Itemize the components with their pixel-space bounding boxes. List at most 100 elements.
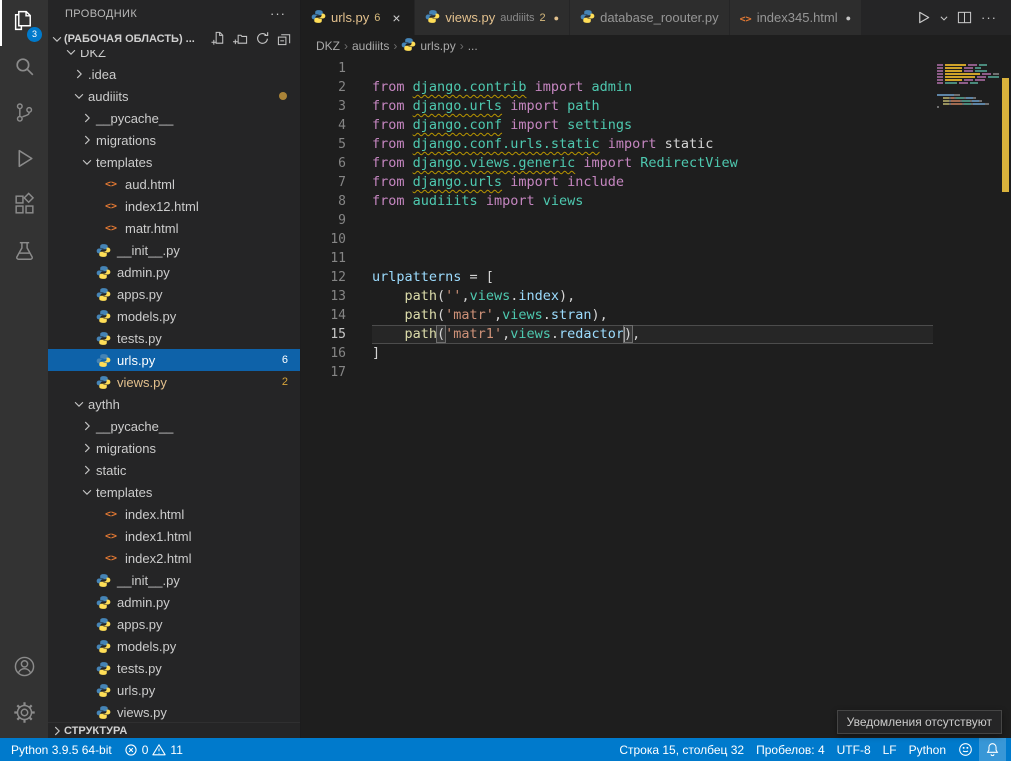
status-problems[interactable]: 011 [118, 738, 189, 761]
code-line-3[interactable]: 3from django.urls import path [301, 97, 933, 116]
collapse-all-icon[interactable] [275, 29, 294, 48]
tree-item-index2.html[interactable]: <>index2.html [48, 547, 300, 569]
breadcrumb-item-urls.py[interactable]: urls.py [401, 37, 455, 55]
code-line-16[interactable]: 16] [301, 344, 933, 363]
activity-item-search[interactable] [0, 46, 48, 92]
minimap[interactable] [937, 61, 999, 112]
tree-item-views.py[interactable]: views.py2 [48, 371, 300, 393]
tree-item-audiiits[interactable]: audiiits [48, 85, 300, 107]
tree-item-admin.py[interactable]: admin.py [48, 261, 300, 283]
activity-bar: 3 [0, 0, 48, 738]
code-line-11[interactable]: 11 [301, 249, 933, 268]
tree-item-__pycache__[interactable]: __pycache__ [48, 107, 300, 129]
tab-index345.html[interactable]: <>index345.html● [730, 0, 862, 35]
code-line-9[interactable]: 9 [301, 211, 933, 230]
explorer-sidebar: ПРОВОДНИК ··· (РАБОЧАЯ ОБЛАСТЬ) ... DKZ.… [48, 0, 301, 738]
run-icon[interactable] [913, 7, 934, 29]
problems-count-badge: 2 [282, 376, 288, 388]
code-line-5[interactable]: 5from django.conf.urls.static import sta… [301, 135, 933, 154]
code-line-17[interactable]: 17 [301, 363, 933, 382]
run-dropdown-icon[interactable] [936, 7, 952, 29]
editor-actions: ··· [903, 0, 1011, 35]
code-line-14[interactable]: 14 path('matr',views.stran), [301, 306, 933, 325]
code-line-13[interactable]: 13 path('',views.index), [301, 287, 933, 306]
tab-urls.py[interactable]: urls.py6× [301, 0, 415, 35]
status-eol[interactable]: LF [877, 738, 903, 761]
tree-item-index.html[interactable]: <>index.html [48, 503, 300, 525]
status-language-mode[interactable]: Python [903, 738, 952, 761]
tree-item-migrations[interactable]: migrations [48, 129, 300, 151]
tab-views.py[interactable]: views.pyaudiiits2● [415, 0, 570, 35]
more-actions-icon[interactable]: ··· [270, 6, 286, 21]
status-encoding[interactable]: UTF-8 [831, 738, 877, 761]
split-editor-icon[interactable] [954, 7, 975, 29]
tree-item-migrations[interactable]: migrations [48, 437, 300, 459]
code-editor[interactable]: 12from django.contrib import admin3from … [301, 57, 1011, 738]
tree-item-tests.py[interactable]: tests.py [48, 327, 300, 349]
status-cursor-position[interactable]: Строка 15, столбец 32 [613, 738, 750, 761]
tree-item-label: templates [96, 485, 152, 500]
code-line-8[interactable]: 8from audiiits import views [301, 192, 933, 211]
chevron-right-icon [80, 419, 94, 433]
dirty-indicator-icon[interactable]: ● [846, 13, 851, 23]
tree-item-aythh[interactable]: aythh [48, 393, 300, 415]
tree-item-models.py[interactable]: models.py [48, 305, 300, 327]
tree-item-__init__.py[interactable]: __init__.py [48, 569, 300, 591]
new-file-icon[interactable] [209, 29, 228, 48]
activity-item-account[interactable] [0, 646, 48, 692]
tree-item-templates[interactable]: templates [48, 151, 300, 173]
refresh-icon[interactable] [253, 29, 272, 48]
status-label: Python [909, 743, 946, 757]
python-icon [401, 37, 416, 55]
tree-item-index12.html[interactable]: <>index12.html [48, 195, 300, 217]
breadcrumb-item-DKZ[interactable]: DKZ [316, 39, 340, 53]
workspace-section-header[interactable]: (РАБОЧАЯ ОБЛАСТЬ) ... [48, 27, 300, 50]
tree-item-templates[interactable]: templates [48, 481, 300, 503]
activity-item-explorer[interactable]: 3 [0, 0, 48, 46]
close-icon[interactable]: × [388, 10, 404, 26]
tab-database_roouter.py[interactable]: database_roouter.py [570, 0, 730, 35]
workspace-section-label: (РАБОЧАЯ ОБЛАСТЬ) ... [64, 33, 209, 45]
code-line-1[interactable]: 1 [301, 59, 933, 78]
status-label: LF [883, 743, 897, 757]
tree-item-static[interactable]: static [48, 459, 300, 481]
tab-label: database_roouter.py [600, 10, 719, 25]
tree-item-models.py[interactable]: models.py [48, 635, 300, 657]
tree-item-urls.py[interactable]: urls.py6 [48, 349, 300, 371]
code-line-2[interactable]: 2from django.contrib import admin [301, 78, 933, 97]
tree-item-matr.html[interactable]: <>matr.html [48, 217, 300, 239]
activity-item-manage[interactable] [0, 692, 48, 738]
tree-item-tests.py[interactable]: tests.py [48, 657, 300, 679]
activity-item-extensions[interactable] [0, 184, 48, 230]
tree-item-urls.py[interactable]: urls.py [48, 679, 300, 701]
code-line-12[interactable]: 12urlpatterns = [ [301, 268, 933, 287]
tree-item-__init__.py[interactable]: __init__.py [48, 239, 300, 261]
breadcrumb-item-...[interactable]: ... [468, 39, 478, 53]
code-line-10[interactable]: 10 [301, 230, 933, 249]
activity-item-testing[interactable] [0, 230, 48, 276]
tree-item-__pycache__[interactable]: __pycache__ [48, 415, 300, 437]
activity-item-source-control[interactable] [0, 92, 48, 138]
tree-item-apps.py[interactable]: apps.py [48, 283, 300, 305]
code-line-4[interactable]: 4from django.conf import settings [301, 116, 933, 135]
breadcrumb-item-audiiits[interactable]: audiiits [352, 39, 389, 53]
tree-item-views.py[interactable]: views.py [48, 701, 300, 722]
status-notifications[interactable] [979, 738, 1006, 761]
tree-item-apps.py[interactable]: apps.py [48, 613, 300, 635]
outline-section-header[interactable]: СТРУКТУРА [48, 722, 300, 738]
editor-more-actions-icon[interactable]: ··· [977, 10, 1001, 25]
code-line-7[interactable]: 7from django.urls import include [301, 173, 933, 192]
status-interpreter[interactable]: Python 3.9.5 64-bit [5, 738, 118, 761]
code-line-6[interactable]: 6from django.views.generic import Redire… [301, 154, 933, 173]
status-indentation[interactable]: Пробелов: 4 [750, 738, 831, 761]
dirty-indicator-icon[interactable]: ● [554, 13, 559, 23]
tree-item-admin.py[interactable]: admin.py [48, 591, 300, 613]
activity-item-run-and-debug[interactable] [0, 138, 48, 184]
tree-item-aud.html[interactable]: <>aud.html [48, 173, 300, 195]
status-feedback[interactable] [952, 738, 979, 761]
tree-item-index1.html[interactable]: <>index1.html [48, 525, 300, 547]
tree-item-DKZ[interactable]: DKZ [48, 50, 300, 63]
new-folder-icon[interactable] [231, 29, 250, 48]
tree-item-.idea[interactable]: .idea [48, 63, 300, 85]
code-line-15[interactable]: 15 path('matr1',views.redactor), [301, 325, 933, 344]
